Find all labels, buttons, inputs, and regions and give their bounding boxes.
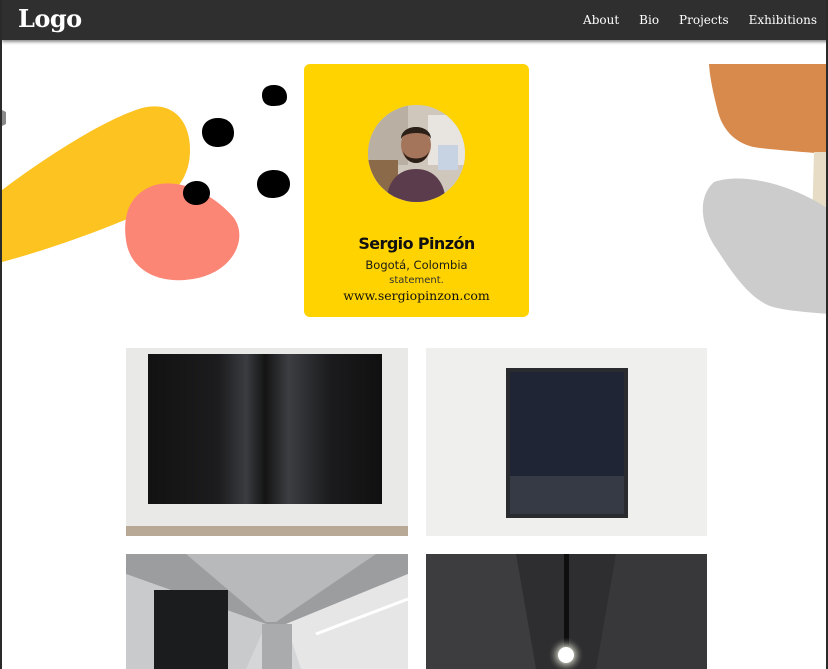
black-dot-shape xyxy=(202,118,234,147)
dark-room-photo xyxy=(426,554,707,669)
edge-artifact-shape xyxy=(2,110,6,126)
black-dot-shape xyxy=(257,170,290,198)
main-nav: About Bio Projects Exhibitions xyxy=(563,13,817,27)
gray-blob-shape xyxy=(702,178,826,314)
artist-location: Bogotá, Colombia xyxy=(365,258,468,272)
gallery-image-2[interactable] xyxy=(426,348,707,536)
nav-link-projects[interactable]: Projects xyxy=(679,13,729,27)
nav-link-bio[interactable]: Bio xyxy=(639,13,659,27)
profile-card: Sergio Pinzón Bogotá, Colombia statement… xyxy=(304,64,529,317)
nav-link-about[interactable]: About xyxy=(583,13,619,27)
profile-avatar xyxy=(368,105,465,202)
avatar-photo xyxy=(368,105,465,202)
top-navbar: Logo About Bio Projects Exhibitions xyxy=(2,0,826,40)
gallery-image-3[interactable] xyxy=(126,554,408,669)
artwork-framed-photo xyxy=(426,348,707,536)
gallery-corridor-photo xyxy=(126,554,408,669)
black-dot-shape xyxy=(262,85,287,106)
artist-website-link[interactable]: www.sergiopinzon.com xyxy=(304,288,529,303)
pink-blob-shape xyxy=(125,183,240,281)
site-logo[interactable]: Logo xyxy=(18,4,82,33)
nav-link-exhibitions[interactable]: Exhibitions xyxy=(749,13,817,27)
artist-name: Sergio Pinzón xyxy=(358,234,475,253)
black-dot-shape xyxy=(183,181,210,205)
artist-statement: statement. xyxy=(389,275,444,286)
artwork-diptych-photo xyxy=(126,348,408,536)
page: Logo About Bio Projects Exhibitions Serg… xyxy=(0,0,828,669)
gallery-image-1[interactable] xyxy=(126,348,408,536)
orange-blob-shape xyxy=(709,64,826,154)
gallery-image-4[interactable] xyxy=(426,554,707,669)
